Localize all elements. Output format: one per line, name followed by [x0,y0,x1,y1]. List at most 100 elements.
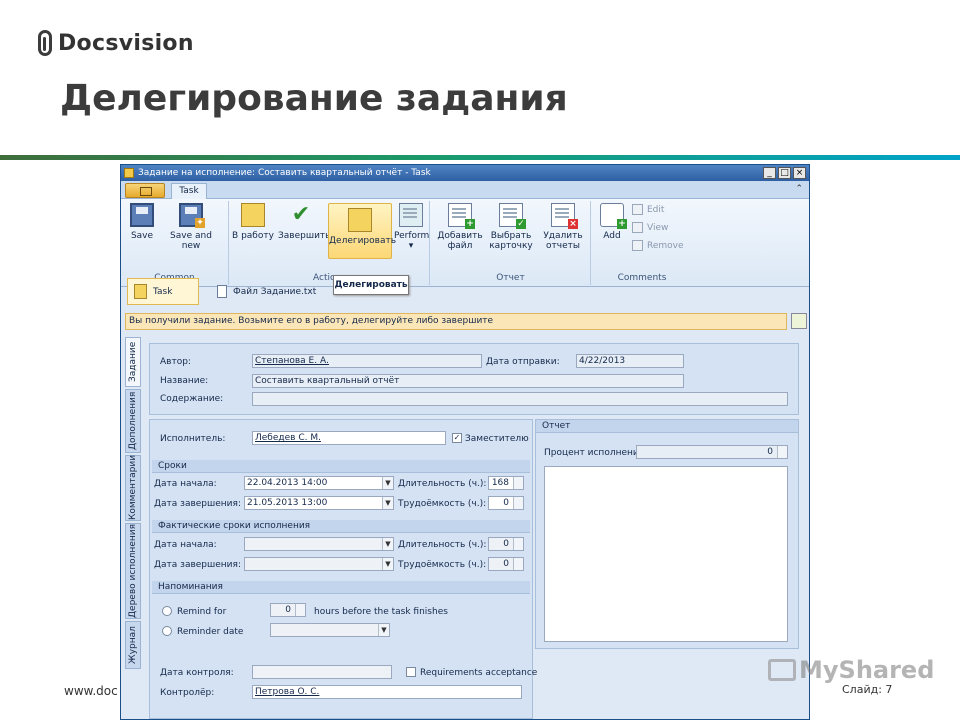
remove-label: Remove [647,240,684,251]
end-date-field[interactable]: 21.05.2013 13:00 ▼ [244,496,394,510]
chevron-down-icon[interactable]: ▼ [382,497,393,509]
spinner-icon[interactable] [513,558,523,570]
controller-field[interactable]: Петрова О. С. [252,685,522,699]
add-file-label-1: Добавить [437,231,483,241]
finish-button[interactable]: ✔ Завершить [278,203,330,242]
take-to-work-button[interactable]: В работу [232,203,274,241]
name-field[interactable]: Составить квартальный отчёт [252,374,684,388]
text-file-icon [217,285,227,298]
myshared-watermark: MyShared [768,656,934,684]
actual-end-field[interactable]: ▼ [244,557,394,571]
deputy-checkbox[interactable]: ✓ [452,433,462,443]
ribbon-tabbar: Task ⌃ [121,181,809,199]
controller-label: Контролёр: [160,688,215,698]
chevron-down-icon[interactable]: ▼ [378,624,389,636]
actual-terms-title: Фактические сроки исполнения [152,520,530,533]
add-file-button[interactable]: + Добавить файл [437,203,483,251]
tab-zadanie[interactable]: Задание [125,337,141,387]
save-and-new-label: Save and new [170,231,212,251]
spinner-icon[interactable] [513,538,523,550]
add-file-icon: + [448,203,475,229]
watermark-text: MyShared [799,656,935,684]
spinner-icon[interactable] [777,446,787,458]
actual-effort-value: 0 [503,559,509,569]
header-panel: Автор: Степанова Е. А. Дата отправки: 4/… [149,343,799,415]
tab-dopolneniya[interactable]: Дополнения [125,389,141,453]
terms-section-title: Сроки [152,460,530,473]
remind-for-radio[interactable] [162,606,172,616]
floppy-disk-new-icon: ✦ [179,203,205,228]
save-label: Save [130,231,154,241]
percent-label: Процент исполнения: [544,448,648,458]
start-date-value: 22.04.2013 14:00 [247,478,328,488]
actual-end-label: Дата завершения: [154,560,241,570]
report-title: Отчет [536,420,798,433]
tab-task[interactable]: Task [171,183,207,199]
remind-for-field[interactable]: 0 [270,603,306,617]
collapse-ribbon-icon[interactable]: ⌃ [795,184,803,194]
save-button[interactable]: Save [127,203,157,241]
add-comment-label: Add [603,231,621,241]
save-and-new-button[interactable]: ✦ Save and new [161,203,221,251]
control-date-field[interactable] [252,665,392,679]
floppy-disk-icon [130,203,154,227]
perform-label: Perform [394,231,430,241]
file-link-label: Файл Задание.txt [233,286,317,297]
chevron-down-icon[interactable]: ▼ [382,558,393,570]
info-edit-icon[interactable] [791,313,807,329]
deputy-label: Заместителю [465,434,529,444]
edit-comment-button[interactable]: Edit [632,204,664,215]
close-button[interactable]: × [793,167,806,179]
task-card-label: Task [153,286,173,297]
spinner-icon[interactable] [513,477,523,489]
file-link[interactable]: Файл Задание.txt [217,285,316,298]
remove-icon [632,240,643,251]
remove-comment-button[interactable]: Remove [632,240,684,251]
maximize-button[interactable]: □ [778,167,791,179]
requirements-checkbox[interactable] [406,667,416,677]
delegate-button[interactable]: Делегировать [328,203,396,259]
delete-reports-button[interactable]: × Удалить отчеты [539,203,587,251]
start-date-label: Дата начала: [154,479,217,489]
chevron-down-icon[interactable]: ▼ [382,538,393,550]
percent-field[interactable]: 0 [636,445,788,459]
start-date-field[interactable]: 22.04.2013 14:00 ▼ [244,476,394,490]
slide-number: Слайд: 7 [842,683,893,696]
content-field[interactable] [252,392,788,406]
report-panel: Отчет Процент исполнения: 0 [535,419,799,649]
reminder-date-field[interactable]: ▼ [270,623,390,637]
delete-reports-label-2: отчеты [546,241,580,251]
end-date-value: 21.05.2013 13:00 [247,498,328,508]
tab-kommentarii[interactable]: Комментарии [125,455,141,521]
comment-add-icon: + [600,203,627,229]
view-comment-button[interactable]: View [632,222,668,233]
application-menu-button[interactable] [125,183,165,198]
content-label: Содержание: [160,394,224,404]
report-text-area[interactable] [544,466,788,642]
percent-value: 0 [767,447,773,457]
spinner-icon[interactable] [295,604,305,616]
minimize-button[interactable]: _ [763,167,776,179]
edit-label: Edit [647,204,665,215]
effort-field[interactable]: 0 [488,496,524,510]
control-date-label: Дата контроля: [160,668,234,678]
tab-tree[interactable]: Дерево исполнения [125,523,141,619]
choose-card-button[interactable]: ✓ Выбрать карточку [487,203,535,251]
reminder-date-radio[interactable] [162,626,172,636]
duration-field[interactable]: 168 [488,476,524,490]
docsvision-logo: Docsvision [38,30,194,56]
chevron-down-icon[interactable]: ▼ [382,477,393,489]
tab-journal[interactable]: Журнал [125,621,141,669]
perform-icon [399,203,423,227]
actual-duration-field[interactable]: 0 [488,537,524,551]
add-comment-button[interactable]: + Add [596,203,628,241]
executor-field[interactable]: Лебедев С. М. [252,431,446,445]
spinner-icon[interactable] [513,497,523,509]
perform-button[interactable]: Perform ▾ [394,203,430,251]
duration-label: Длительность (ч.): [398,479,487,489]
actual-start-field[interactable]: ▼ [244,537,394,551]
author-field[interactable]: Степанова Е. А. [252,354,482,368]
task-card-link[interactable]: Task [127,278,199,305]
reminder-date-label: Reminder date [177,627,244,637]
actual-effort-field[interactable]: 0 [488,557,524,571]
